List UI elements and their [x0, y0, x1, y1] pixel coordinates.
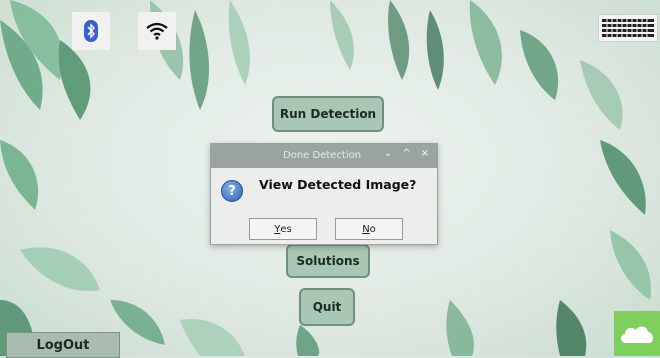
- cloud-icon[interactable]: [614, 311, 660, 356]
- minimize-icon[interactable]: ⌄: [384, 148, 392, 159]
- question-icon: ?: [221, 180, 243, 202]
- dialog-title: Done Detection: [283, 150, 362, 161]
- yes-button[interactable]: Yes: [249, 218, 317, 240]
- no-button[interactable]: No: [335, 218, 403, 240]
- dialog-message: View Detected Image?: [259, 177, 417, 192]
- no-mnemonic: N: [362, 223, 370, 235]
- logout-button[interactable]: LogOut: [6, 332, 120, 358]
- quit-button[interactable]: Quit: [299, 288, 355, 326]
- wifi-icon[interactable]: [138, 12, 176, 50]
- bluetooth-icon[interactable]: [72, 12, 110, 50]
- run-detection-button[interactable]: Run Detection: [272, 96, 384, 132]
- done-detection-dialog: Done Detection ⌄ ^ × ? View Detected Ima…: [210, 143, 438, 245]
- status-tray: [72, 12, 176, 50]
- solutions-button[interactable]: Solutions: [286, 244, 370, 278]
- dialog-titlebar[interactable]: Done Detection ⌄ ^ ×: [211, 144, 437, 168]
- maximize-icon[interactable]: ^: [402, 148, 410, 159]
- keyboard-icon[interactable]: [598, 14, 658, 42]
- close-icon[interactable]: ×: [421, 148, 429, 159]
- no-label: o: [369, 223, 376, 235]
- yes-label: es: [280, 223, 292, 235]
